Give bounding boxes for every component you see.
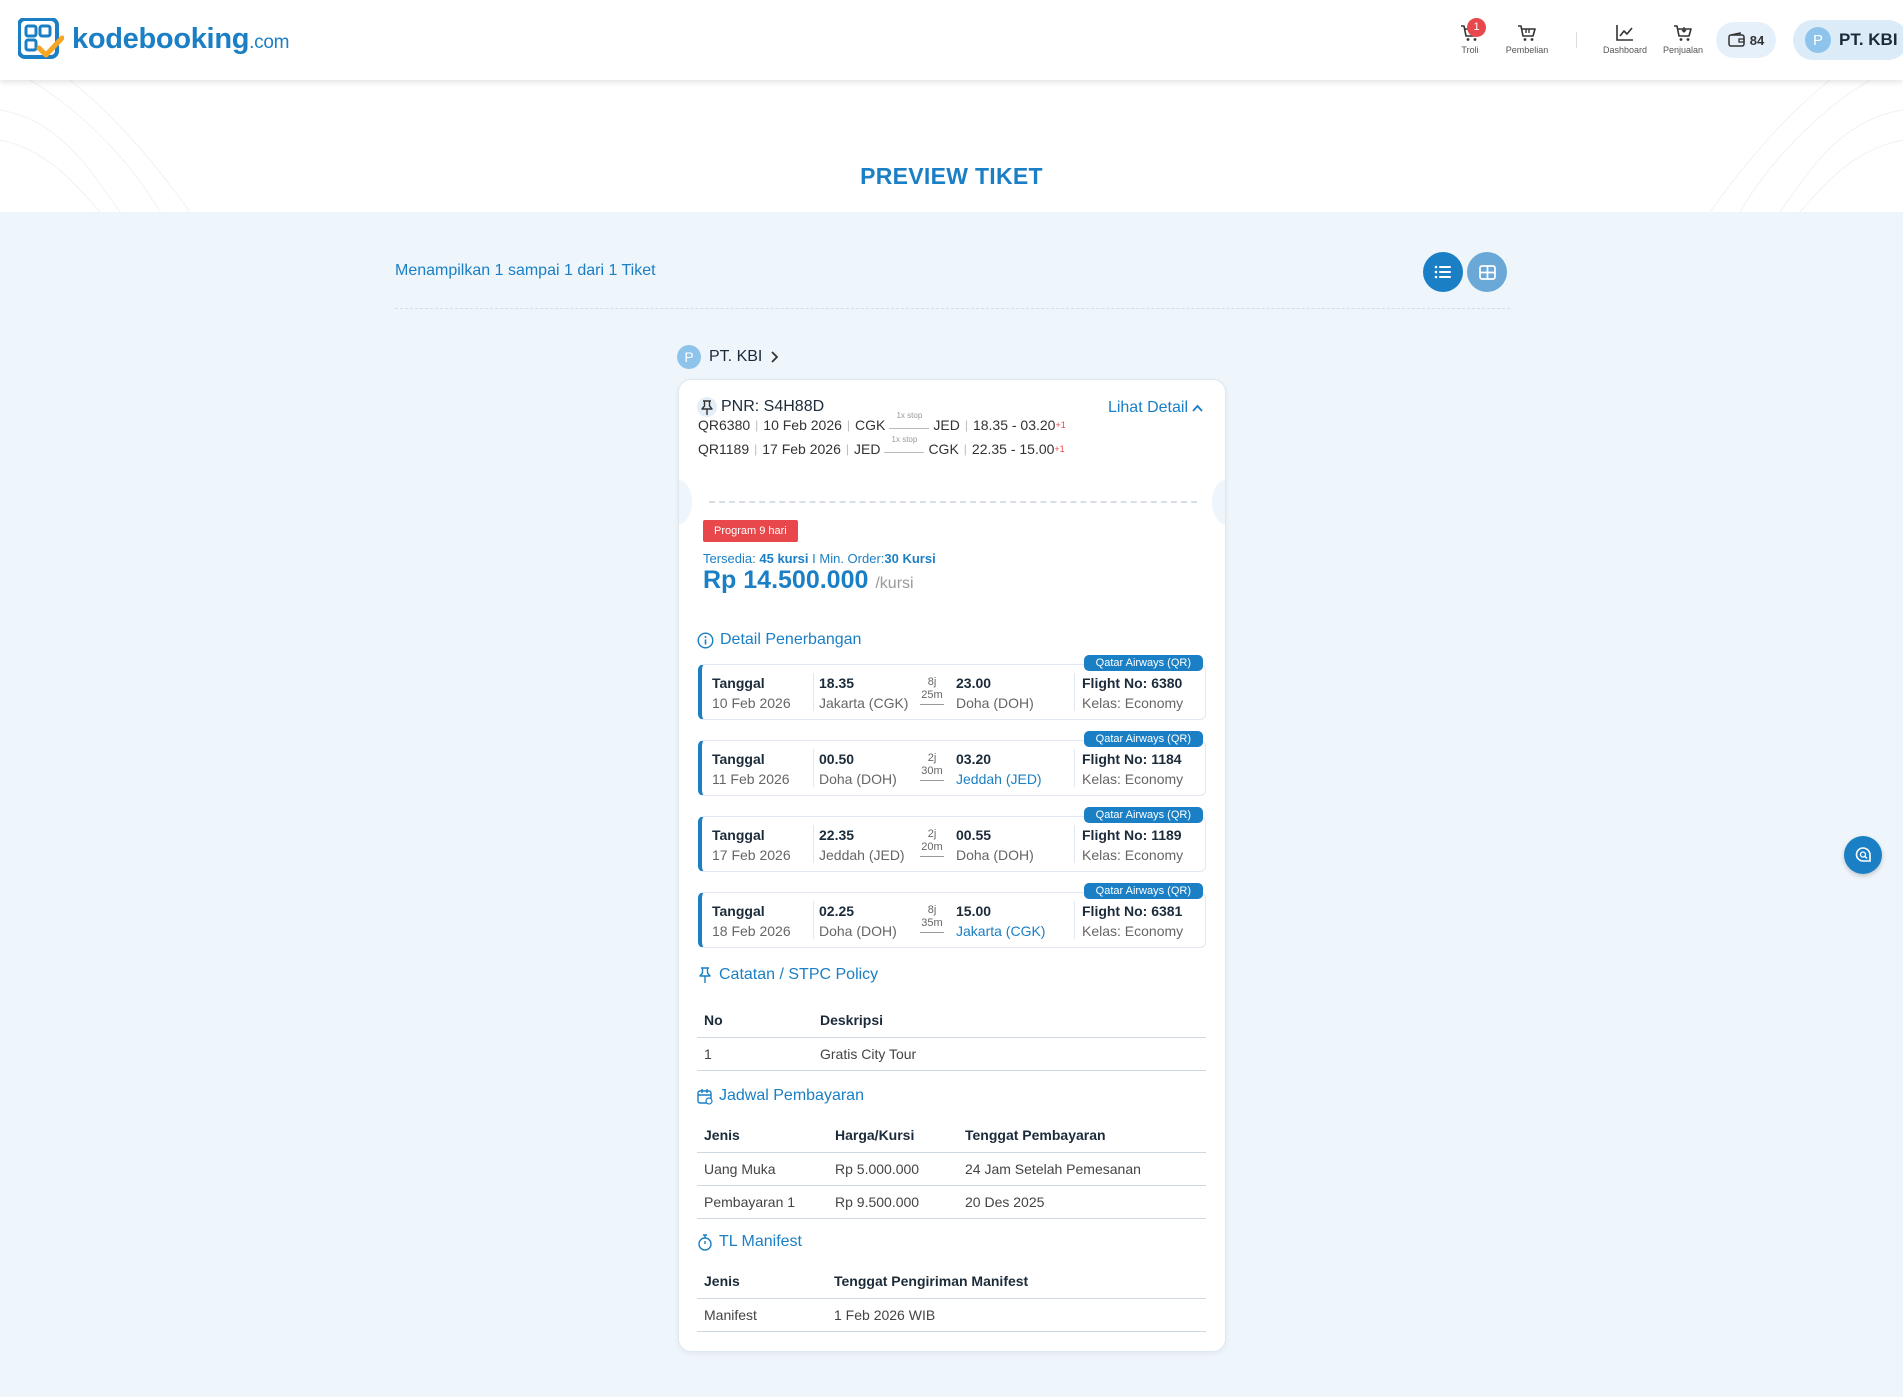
airline-badge: Qatar Airways (QR) <box>1083 807 1203 823</box>
logo-icon <box>17 17 65 60</box>
arrival-city-link[interactable]: Jakarta (CGK) <box>956 921 1045 941</box>
purchase-cart-icon <box>1518 25 1536 41</box>
price-per-seat: Rp 14.500.000 /kursi <box>703 566 914 594</box>
flight-detail-heading: Detail Penerbangan <box>697 631 861 649</box>
page-hero: PREVIEW TIKET <box>0 80 1903 212</box>
user-name: PT. KBI <box>1839 30 1898 49</box>
page-title: PREVIEW TIKET <box>860 163 1043 189</box>
policy-heading: Catatan / STPC Policy <box>697 966 878 984</box>
user-avatar: P <box>1805 27 1831 53</box>
nav-dashboard[interactable]: Dashboard <box>1600 24 1650 55</box>
program-badge: Program 9 hari <box>703 520 798 542</box>
view-detail-label: Lihat Detail <box>1107 399 1188 416</box>
list-icon <box>1434 265 1451 279</box>
flight-duration: 8j 35m <box>920 904 944 933</box>
flight-segment: Qatar Airways (QR) Tanggal 17 Feb 2026 2… <box>698 807 1206 872</box>
nav-cart-label: Troli <box>1461 45 1479 55</box>
route-summary-outbound: QR6380 | 10 Feb 2026 | CGK 1x stop JED | 18… <box>698 410 1066 434</box>
manifest-table: Jenis Tenggat Pengiriman Manifest Manifes… <box>697 1265 1206 1332</box>
toolbar-divider <box>395 308 1510 309</box>
hero-background-lines <box>0 80 1903 212</box>
calendar-icon <box>697 1088 713 1105</box>
flight-segment: Qatar Airways (QR) Tanggal 10 Feb 2026 1… <box>698 655 1206 720</box>
airline-badge: Qatar Airways (QR) <box>1083 655 1203 671</box>
info-icon <box>697 631 714 649</box>
results-count: Menampilkan 1 sampai 1 dari 1 Tiket <box>395 262 656 279</box>
wallet-icon <box>1728 32 1745 47</box>
sales-cart-icon <box>1674 25 1692 41</box>
ticket-notch-left <box>679 480 692 524</box>
nav-sales-label: Penjualan <box>1662 45 1704 55</box>
company-name: PT. KBI <box>709 348 763 365</box>
airline-badge: Qatar Airways (QR) <box>1083 731 1203 747</box>
ticket-card: PNR: S4H88D Lihat Detail QR6380 | 10 Feb … <box>678 379 1226 1352</box>
flight-segment: Qatar Airways (QR) Tanggal 18 Feb 2026 0… <box>698 883 1206 948</box>
availability-info: Tersedia: 45 kursi I Min. Order:30 Kursi <box>703 551 936 566</box>
company-header[interactable]: P PT. KBI <box>677 345 779 369</box>
cart-count-badge: 1 <box>1467 18 1486 37</box>
nav-divider <box>1576 32 1577 48</box>
payment-schedule-table: Jenis Harga/Kursi Tenggat Pembayaran Uang … <box>697 1119 1206 1219</box>
nav-purchase-label: Pembelian <box>1505 45 1549 55</box>
table-row: Manifest 1 Feb 2026 WIB <box>697 1298 1206 1332</box>
pin-icon <box>699 966 711 983</box>
grid-view-button[interactable] <box>1467 252 1507 292</box>
pin-icon <box>697 397 717 417</box>
flight-duration: 2j 20m <box>920 828 944 857</box>
user-menu[interactable]: P PT. KBI <box>1793 20 1903 60</box>
ticket-notch-right <box>1212 480 1225 524</box>
stopwatch-icon <box>698 1233 712 1251</box>
brand-name: kodebooking.com <box>72 22 290 55</box>
pnr-text: PNR: S4H88D <box>721 398 825 415</box>
top-header: kodebooking.com Troli 1 Pembelian Dashbo… <box>0 0 1903 80</box>
chevron-right-icon <box>771 351 779 363</box>
flight-duration: 8j 25m <box>920 676 944 705</box>
chevron-up-icon <box>1192 404 1203 412</box>
manifest-heading: TL Manifest <box>697 1233 802 1251</box>
stop-indicator: 1x stop <box>889 411 930 429</box>
flight-segment: Qatar Airways (QR) Tanggal 11 Feb 2026 0… <box>698 731 1206 796</box>
wallet-value: 84 <box>1749 32 1765 48</box>
wallet-balance[interactable]: 84 <box>1716 22 1776 58</box>
brand-logo[interactable]: kodebooking.com <box>17 17 290 60</box>
flight-duration: 2j 30m <box>920 752 944 781</box>
payment-schedule-heading: Jadwal Pembayaran <box>697 1087 864 1105</box>
arrival-city-link[interactable]: Jeddah (JED) <box>956 769 1042 789</box>
list-view-button[interactable] <box>1423 252 1463 292</box>
nav-sales[interactable]: Penjualan <box>1658 24 1708 55</box>
policy-table: No Deskripsi 1 Gratis City Tour <box>697 1004 1206 1071</box>
table-row: 1 Gratis City Tour <box>697 1037 1206 1071</box>
route-summary-return: QR1189 | 17 Feb 2026 | JED 1x stop CGK | 22… <box>698 434 1065 458</box>
nav-dashboard-label: Dashboard <box>1602 45 1648 55</box>
ticket-divider <box>709 501 1197 503</box>
chat-search-icon <box>1855 847 1871 862</box>
stop-indicator: 1x stop <box>884 435 925 453</box>
table-row: Pembayaran 1 Rp 9.500.000 20 Des 2025 <box>697 1185 1206 1219</box>
chart-icon <box>1616 25 1633 41</box>
table-row: Uang Muka Rp 5.000.000 24 Jam Setelah Peme… <box>697 1152 1206 1186</box>
pnr-code: PNR: S4H88D <box>696 396 824 418</box>
company-avatar: P <box>677 345 701 369</box>
grid-icon <box>1478 264 1496 280</box>
nav-purchase[interactable]: Pembelian <box>1502 24 1552 55</box>
chat-button[interactable] <box>1844 836 1882 874</box>
airline-badge: Qatar Airways (QR) <box>1083 883 1203 899</box>
view-detail-link[interactable]: Lihat Detail <box>1108 399 1203 417</box>
